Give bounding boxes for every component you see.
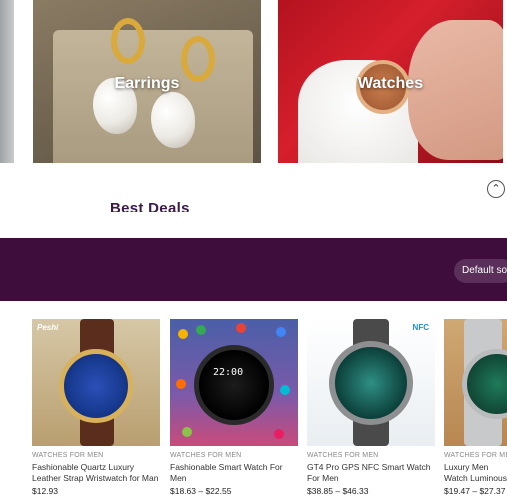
- app-icon: [280, 385, 290, 395]
- category-tile-earrings[interactable]: Earrings: [33, 0, 261, 163]
- product-image[interactable]: Peshi: [32, 319, 160, 446]
- section-title: Best Deals: [110, 200, 190, 212]
- product-image[interactable]: [444, 319, 507, 446]
- product-card[interactable]: NFC WATCHES FOR MEN GT4 Pro GPS NFC Smar…: [307, 319, 435, 496]
- product-name[interactable]: GT4 Pro GPS NFC Smart Watch For Men: [307, 462, 435, 484]
- app-icon: [196, 325, 206, 335]
- product-name[interactable]: Fashionable Smart Watch For Men: [170, 462, 298, 484]
- product-category: WATCHES FOR MEN: [170, 452, 242, 459]
- previous-slide-edge: [0, 0, 14, 163]
- product-price: $19.47 – $27.37: [444, 486, 506, 496]
- app-icon: [176, 379, 186, 389]
- watch-time: 22:00: [213, 367, 244, 378]
- app-icon: [182, 427, 192, 437]
- product-price: $12.93: [32, 486, 58, 496]
- product-name[interactable]: Luxury Men Watch Luminous Stainless: [444, 462, 507, 484]
- product-card[interactable]: WATCHES FOR MEN Luxury Men Watch Luminou…: [444, 319, 507, 496]
- deals-banner: [0, 238, 507, 301]
- product-name[interactable]: Fashionable Quartz Luxury Leather Strap …: [32, 462, 160, 484]
- category-label-watches: Watches: [357, 75, 424, 92]
- smartwatch-screen: [194, 345, 274, 425]
- brand-logo: Peshi: [37, 323, 59, 332]
- app-icon: [276, 327, 286, 337]
- pearl-right: [151, 92, 195, 148]
- sort-dropdown[interactable]: Default sorting: [454, 259, 507, 283]
- gold-hoop-left: [111, 18, 145, 64]
- product-card[interactable]: Peshi WATCHES FOR MEN Fashionable Quartz…: [32, 319, 160, 496]
- product-category: WATCHES FOR MEN: [444, 452, 507, 459]
- app-icon: [178, 329, 188, 339]
- product-price: $18.63 – $22.55: [170, 486, 232, 496]
- nfc-badge: NFC: [412, 323, 429, 332]
- watch-dial: [59, 349, 133, 423]
- category-tile-watches[interactable]: Watches: [278, 0, 503, 163]
- chevron-up-icon: ⌃: [491, 182, 501, 195]
- product-image[interactable]: NFC: [307, 319, 435, 446]
- app-icon: [236, 323, 246, 333]
- product-image[interactable]: 22:00: [170, 319, 298, 446]
- category-label-earrings: Earrings: [114, 75, 180, 92]
- product-price: $38.85 – $46.33: [307, 486, 369, 496]
- product-card[interactable]: 22:00 WATCHES FOR MEN Fashionable Smart …: [170, 319, 298, 496]
- jewelry-box-image: [53, 30, 253, 163]
- app-icon: [274, 429, 284, 439]
- smartwatch-face: [329, 341, 413, 425]
- scroll-up-button[interactable]: ⌃: [487, 180, 505, 198]
- product-category: WATCHES FOR MEN: [32, 452, 104, 459]
- product-category: WATCHES FOR MEN: [307, 452, 379, 459]
